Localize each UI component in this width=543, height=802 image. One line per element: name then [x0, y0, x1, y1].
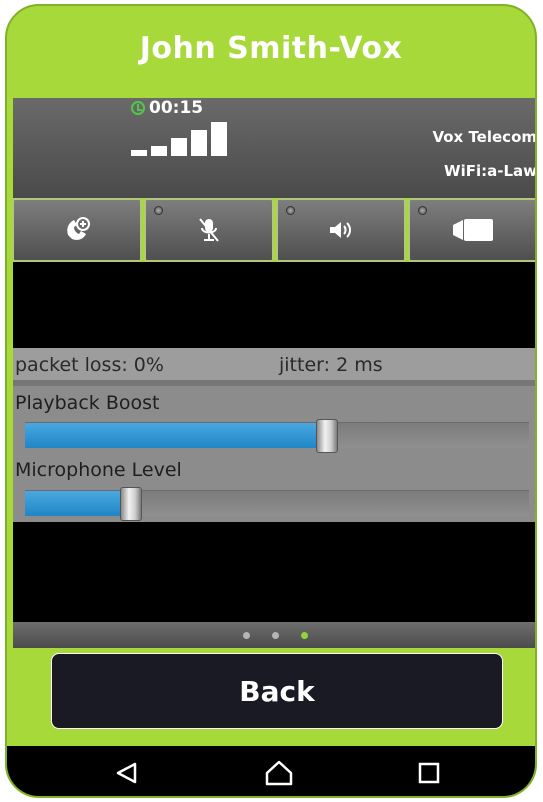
mute-indicator-led	[154, 206, 163, 215]
video-camera-icon	[451, 217, 495, 243]
codec-label: WiFi:a-Law	[444, 162, 537, 180]
video-button[interactable]	[409, 199, 535, 261]
microphone-level-thumb[interactable]	[119, 487, 142, 521]
signal-strength-icon	[131, 120, 231, 156]
back-button[interactable]: Back	[51, 653, 503, 729]
playback-boost-fill	[25, 423, 328, 448]
speaker-indicator-led	[286, 206, 295, 215]
home-icon[interactable]	[259, 756, 299, 790]
triangle-back-icon[interactable]	[107, 756, 147, 790]
video-indicator-led	[418, 206, 427, 215]
signal-bar	[191, 130, 207, 156]
microphone-level-fill	[25, 491, 131, 516]
phone-frame: John Smith-Vox 00:15 Vox Telecom WiFi:a-…	[5, 4, 537, 798]
page-indicator	[13, 622, 535, 648]
call-timer: 00:15	[131, 98, 203, 118]
title-bar: John Smith-Vox	[7, 6, 535, 98]
clock-icon	[131, 101, 145, 115]
microphone-level-slider[interactable]	[25, 487, 529, 521]
playback-boost-label: Playback Boost	[15, 392, 160, 414]
page-dot	[242, 631, 250, 639]
page-dot	[300, 631, 308, 639]
call-time: 00:15	[149, 98, 204, 118]
phone-hold-icon	[62, 215, 92, 245]
carrier-name: Vox Telecom	[432, 128, 537, 146]
page-dot	[271, 631, 279, 639]
signal-bar	[131, 150, 147, 156]
microphone-level-label: Microphone Level	[15, 459, 182, 481]
microphone-muted-icon	[196, 216, 222, 244]
speaker-icon	[327, 218, 355, 242]
video-preview-area	[13, 262, 535, 348]
signal-bar	[151, 146, 167, 156]
system-nav-bar	[7, 746, 535, 796]
packet-loss-label: packet loss: 0%	[15, 354, 164, 376]
mute-button[interactable]	[145, 199, 273, 261]
speaker-button[interactable]	[277, 199, 405, 261]
hold-call-button[interactable]	[13, 199, 141, 261]
empty-area	[13, 522, 535, 622]
call-stats-bar: packet loss: 0% jitter: 2 ms	[13, 348, 535, 380]
signal-bar	[171, 138, 187, 156]
jitter-label: jitter: 2 ms	[279, 354, 383, 376]
square-recents-icon[interactable]	[409, 756, 449, 790]
playback-boost-slider[interactable]	[25, 419, 529, 453]
contact-title: John Smith-Vox	[139, 30, 403, 66]
call-controls	[13, 199, 535, 261]
playback-boost-thumb[interactable]	[316, 419, 339, 453]
call-status-panel: 00:15 Vox Telecom WiFi:a-Law	[13, 98, 537, 198]
signal-bar	[211, 122, 227, 156]
audio-levels-panel: Playback Boost Microphone Level	[13, 386, 535, 522]
